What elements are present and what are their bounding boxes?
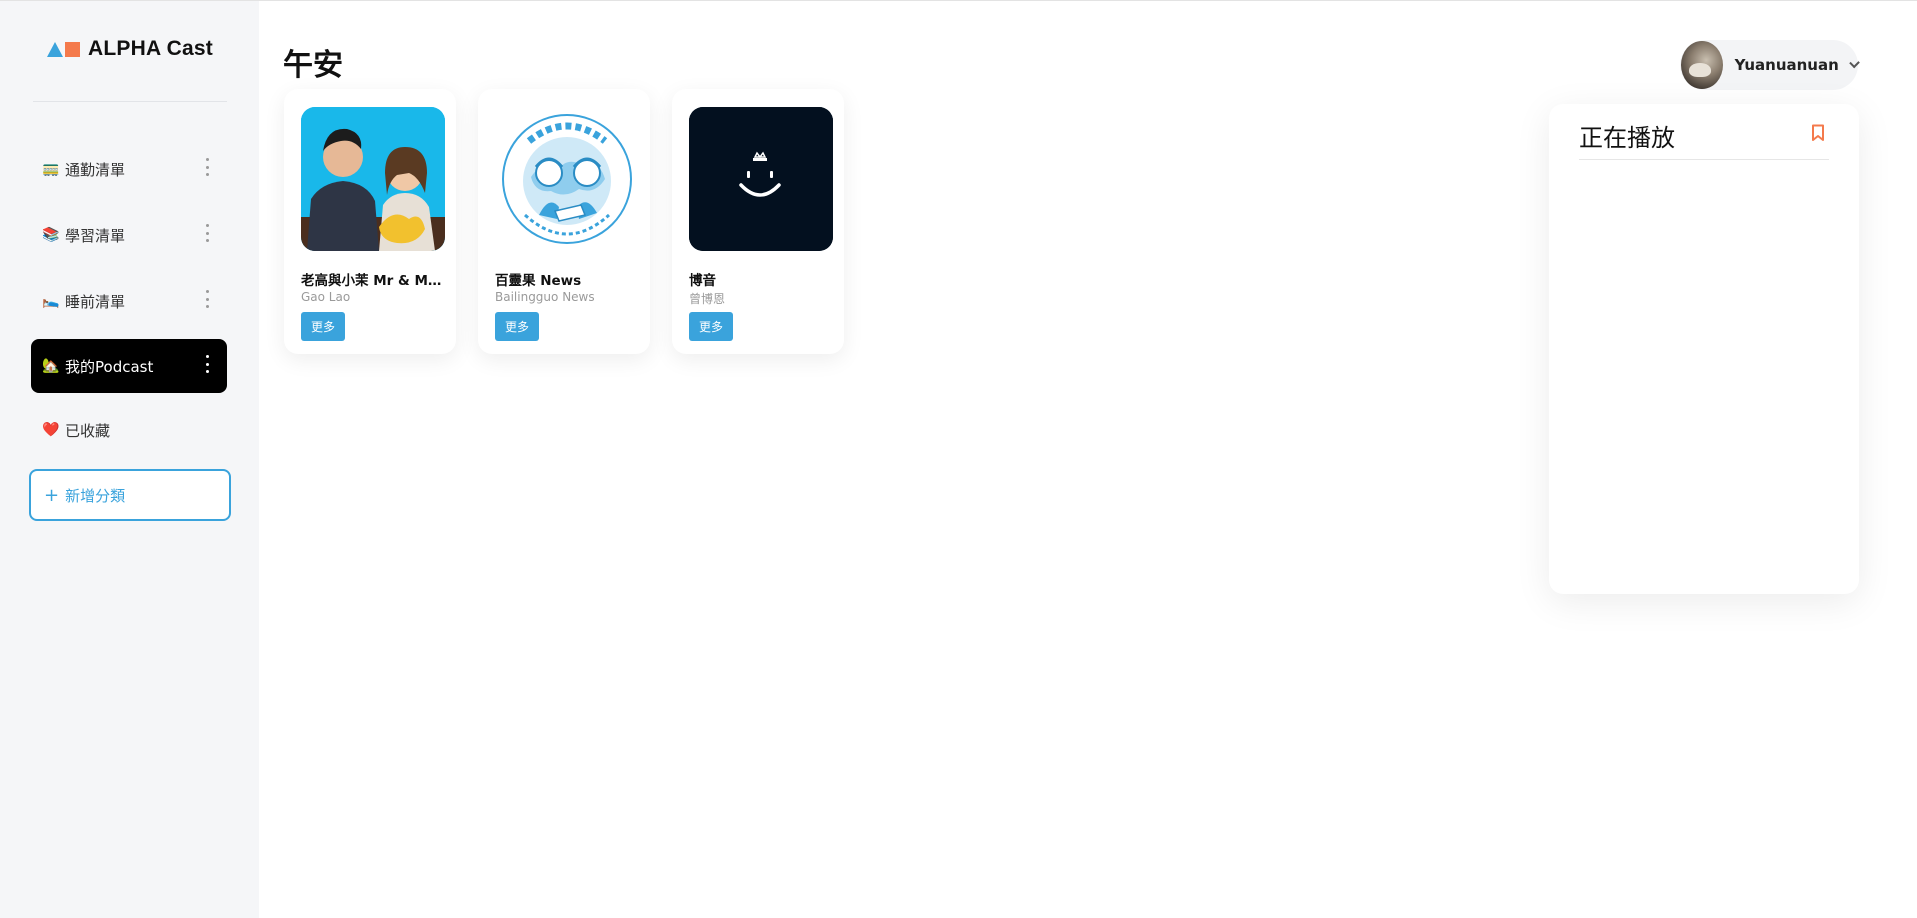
user-name: Yuanuanuan: [1734, 56, 1839, 74]
sidebar-item-label: 學習清單: [65, 226, 126, 245]
sidebar-item-label: 已收藏: [65, 421, 111, 440]
logo-square-icon: [65, 41, 80, 57]
more-button[interactable]: 更多: [301, 312, 345, 341]
sidebar-item-favorites[interactable]: ❤️ 已收藏: [31, 403, 227, 457]
podcast-author: 曾博恩: [689, 292, 726, 306]
sidebar-divider: [33, 101, 227, 102]
add-category-label: 新增分類: [65, 486, 126, 505]
podcast-author: Gao Lao: [301, 290, 351, 304]
train-icon: 🚃: [42, 161, 60, 177]
plus-icon: +: [44, 484, 60, 506]
now-playing-divider: [1579, 159, 1829, 160]
bed-icon: 🛌: [42, 293, 60, 309]
podcast-title[interactable]: 博音: [689, 269, 833, 289]
heart-icon: ❤️: [42, 422, 60, 438]
avatar: [1681, 41, 1723, 89]
brand-name: ALPHA Cast: [88, 37, 213, 60]
add-category-button[interactable]: + 新增分類: [29, 469, 231, 521]
sidebar-item-label: 通勤清單: [65, 160, 126, 179]
user-menu[interactable]: Yuanuanuan: [1680, 40, 1860, 90]
podcast-cover[interactable]: [301, 107, 445, 251]
logo-triangle-icon: [47, 41, 63, 57]
sidebar-item-study[interactable]: 📚 學習清單: [31, 208, 227, 262]
sidebar-item-commute[interactable]: 🚃 通勤清單: [31, 142, 227, 196]
brand-logo[interactable]: ALPHA Cast: [47, 37, 213, 61]
more-button[interactable]: 更多: [689, 312, 733, 341]
top-border: [0, 0, 1917, 1]
more-options-icon[interactable]: [205, 355, 209, 373]
chevron-down-icon: [1849, 57, 1860, 69]
podcast-card[interactable]: 老高與小茉 Mr & Mrs Gao Gao Lao 更多: [284, 89, 456, 354]
bookmark-icon[interactable]: [1811, 124, 1825, 142]
sidebar: ALPHA Cast 🚃 通勤清單 📚 學習清單 🛌 睡前清單 🏡 我的Podc…: [0, 1, 259, 918]
sidebar-item-bedtime[interactable]: 🛌 睡前清單: [31, 274, 227, 328]
more-options-icon[interactable]: [205, 158, 209, 176]
podcast-card[interactable]: 百靈果 News Bailingguo News 更多: [478, 89, 650, 354]
sidebar-item-label: 睡前清單: [65, 292, 126, 311]
more-options-icon[interactable]: [205, 224, 209, 242]
now-playing-panel: 正在播放: [1549, 104, 1859, 594]
now-playing-title: 正在播放: [1579, 124, 1675, 152]
books-icon: 📚: [42, 227, 60, 243]
podcast-cover[interactable]: [689, 107, 833, 251]
more-options-icon[interactable]: [205, 290, 209, 308]
more-button[interactable]: 更多: [495, 312, 539, 341]
sidebar-item-label: 我的Podcast: [65, 357, 154, 376]
podcast-card[interactable]: 博音 曾博恩 更多: [672, 89, 844, 354]
podcast-author: Bailingguo News: [495, 290, 595, 304]
podcast-title[interactable]: 老高與小茉 Mr & Mrs Gao: [301, 269, 445, 289]
sidebar-item-my-podcast[interactable]: 🏡 我的Podcast: [31, 339, 227, 393]
house-icon: 🏡: [42, 358, 60, 374]
podcast-cover[interactable]: [495, 107, 639, 251]
podcast-title[interactable]: 百靈果 News: [495, 269, 639, 289]
page-title: 午安: [283, 48, 343, 83]
